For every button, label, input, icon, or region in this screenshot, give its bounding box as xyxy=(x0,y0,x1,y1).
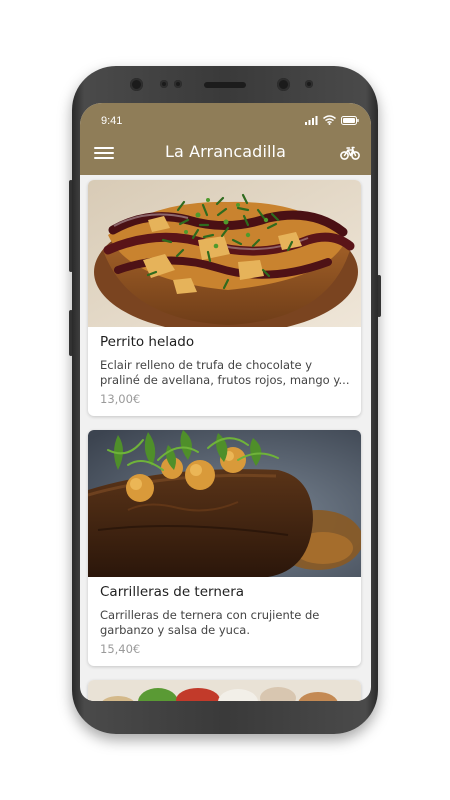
dish-image xyxy=(88,680,361,701)
dish-list: Perrito helado Eclair relleno de trufa d… xyxy=(80,175,371,701)
phone-top-bezel xyxy=(72,66,378,104)
iris-sensor xyxy=(305,80,313,88)
wifi-icon xyxy=(323,115,336,125)
status-time: 9:41 xyxy=(101,115,123,127)
dish-card[interactable]: Carrilleras de ternera Carrilleras de te… xyxy=(88,430,361,666)
signal-icon xyxy=(305,115,318,125)
delivery-button[interactable] xyxy=(340,143,360,163)
dish-description: Carrilleras de ternera con crujiente de … xyxy=(100,608,320,637)
status-icons xyxy=(305,115,359,125)
phone-screen: 9:41 La Arrancadilla Perrito helado Ecla… xyxy=(80,103,371,701)
light-sensor xyxy=(174,80,182,88)
iris-scanner xyxy=(277,78,290,91)
dish-card[interactable] xyxy=(88,680,361,701)
app-title: La Arrancadilla xyxy=(165,142,286,161)
earpiece-speaker xyxy=(204,82,246,88)
phone-bottom-bezel xyxy=(92,705,358,719)
status-bar: 9:41 xyxy=(80,103,371,133)
toolbar: La Arrancadilla xyxy=(80,133,371,175)
battery-icon xyxy=(341,115,359,125)
dish-info: Carrilleras de ternera Carrilleras de te… xyxy=(100,584,351,656)
dish-name: Carrilleras de ternera xyxy=(100,584,245,600)
bicycle-icon xyxy=(340,146,360,160)
dish-price: 13,00€ xyxy=(100,392,141,406)
front-camera xyxy=(130,78,143,91)
dish-description: Eclair relleno de trufa de chocolate y p… xyxy=(100,358,350,387)
dish-info: Perrito helado Eclair relleno de trufa d… xyxy=(100,334,351,406)
dish-card[interactable]: Perrito helado Eclair relleno de trufa d… xyxy=(88,180,361,416)
dish-image xyxy=(88,180,361,327)
dish-price: 15,40€ xyxy=(100,642,141,656)
proximity-sensor xyxy=(160,80,168,88)
app-bar: 9:41 La Arrancadilla xyxy=(80,103,371,175)
dish-name: Perrito helado xyxy=(100,334,195,350)
dish-image xyxy=(88,430,361,577)
